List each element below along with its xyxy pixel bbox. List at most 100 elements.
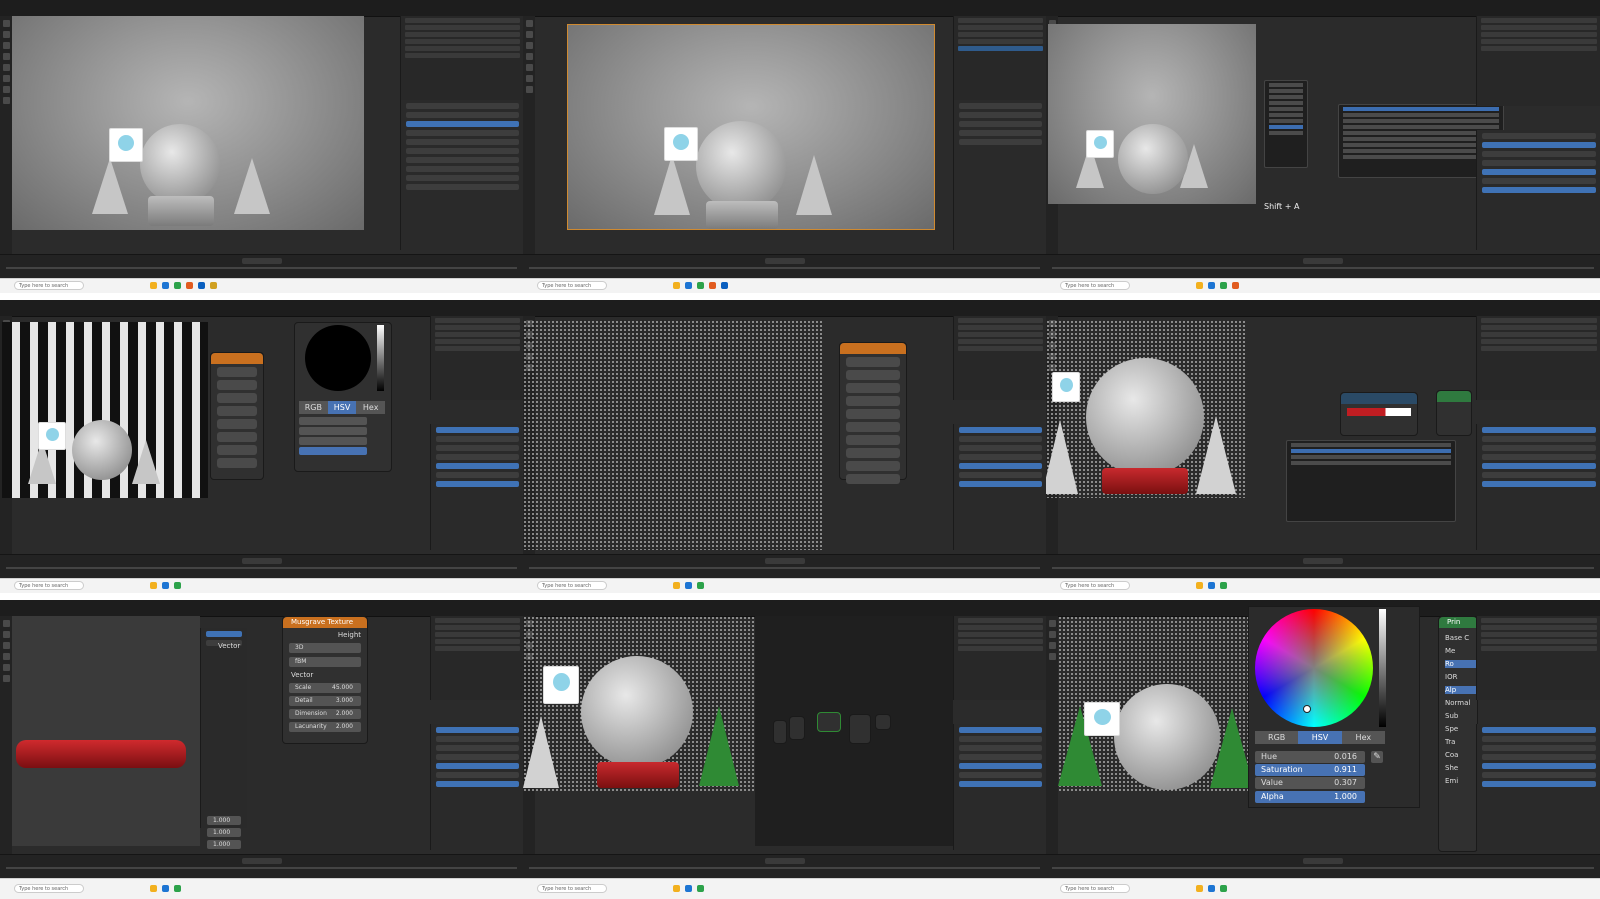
search-menu[interactable] (1286, 440, 1456, 522)
windows-taskbar[interactable]: Type here to search (0, 878, 523, 899)
color-wheel[interactable] (305, 325, 371, 391)
outliner-panel[interactable] (430, 316, 523, 400)
3d-viewport[interactable] (12, 16, 364, 230)
color-ramp-node[interactable] (1340, 392, 1418, 436)
color-mode-tabs[interactable]: RGB HSV Hex (299, 401, 386, 414)
menu-bar[interactable] (523, 600, 1046, 617)
mini-node[interactable] (773, 720, 787, 744)
menu-bar[interactable] (0, 0, 523, 17)
color-picker-popup[interactable]: RGB HSV Hex (294, 322, 392, 472)
tool-shelf[interactable] (0, 16, 12, 255)
taskbar-search[interactable]: Type here to search (1060, 581, 1130, 590)
node-sidebar[interactable]: 1.000 1.000 1.000 (200, 628, 247, 849)
value-slider[interactable] (1379, 609, 1386, 727)
3d-viewport[interactable] (1046, 320, 1246, 498)
taskbar-search[interactable]: Type here to search (537, 884, 607, 893)
menu-bar[interactable] (0, 300, 523, 317)
value-slider[interactable] (377, 325, 384, 391)
menu-bar[interactable] (1046, 0, 1600, 17)
tab-hsv[interactable]: HSV (1298, 731, 1342, 744)
menu-bar[interactable] (0, 600, 523, 617)
menu-bar[interactable] (523, 300, 1046, 317)
outliner-panel[interactable] (1476, 16, 1600, 106)
tool-shelf[interactable] (523, 16, 535, 255)
picker-field[interactable] (299, 427, 367, 435)
scale-field[interactable]: Scale 45.000 (289, 683, 361, 693)
properties-panel[interactable] (430, 424, 523, 550)
wave-texture-node[interactable] (210, 352, 264, 480)
timeline[interactable] (1046, 854, 1600, 879)
type-dropdown[interactable]: fBM (289, 657, 361, 667)
alpha-field[interactable]: Alpha 1.000 (1255, 791, 1365, 803)
timeline[interactable] (1046, 554, 1600, 579)
3d-viewport[interactable] (523, 616, 755, 792)
principled-bsdf-node[interactable]: Prin Base C Me Ro IOR Alp Normal Sub Spe… (1438, 616, 1478, 852)
outliner-panel[interactable] (430, 616, 523, 700)
sidebar-value[interactable]: 1.000 (207, 828, 241, 837)
timeline[interactable] (1046, 254, 1600, 279)
picker-field[interactable] (299, 447, 367, 455)
dimension-field[interactable]: Dimension 2.000 (289, 709, 361, 719)
wheel-cursor[interactable] (1303, 705, 1311, 713)
add-menu[interactable] (1264, 80, 1308, 168)
windows-taskbar[interactable]: Type here to search (1046, 878, 1600, 899)
taskbar-search[interactable]: Type here to search (14, 581, 84, 590)
detail-field[interactable]: Detail 3.000 (289, 696, 361, 706)
windows-taskbar[interactable]: Type here to search (1046, 578, 1600, 593)
node-editor[interactable] (755, 616, 953, 846)
windows-taskbar[interactable]: Type here to search (0, 578, 523, 593)
mini-node[interactable] (849, 714, 871, 744)
timeline[interactable] (523, 554, 1046, 579)
outliner-panel[interactable] (953, 316, 1046, 400)
properties-panel[interactable] (953, 424, 1046, 550)
taskbar-search[interactable]: Type here to search (1060, 884, 1130, 893)
timeline[interactable] (0, 254, 523, 279)
taskbar-search[interactable]: Type here to search (537, 281, 607, 290)
3d-viewport[interactable] (1058, 616, 1254, 792)
timeline[interactable] (523, 254, 1046, 279)
color-mode-tabs[interactable]: RGB HSV Hex (1255, 731, 1385, 744)
properties-panel[interactable] (1476, 724, 1600, 850)
windows-taskbar[interactable]: Type here to search (523, 578, 1046, 593)
timeline[interactable] (523, 854, 1046, 879)
picker-field[interactable] (299, 417, 367, 425)
sidebar-value[interactable]: 1.000 (207, 816, 241, 825)
value-field[interactable]: Value 0.307 (1255, 777, 1365, 789)
outliner-panel[interactable] (953, 16, 1046, 100)
color-picker-popup[interactable]: RGB HSV Hex Hue 0.016 ✎ Saturation 0.911 V… (1248, 606, 1420, 808)
windows-taskbar[interactable]: Type here to search (523, 878, 1046, 899)
outliner-panel[interactable] (1476, 316, 1600, 400)
properties-panel[interactable] (430, 724, 523, 850)
taskbar-search[interactable]: Type here to search (14, 281, 84, 290)
dimension-dropdown[interactable]: 3D (289, 643, 361, 653)
3d-viewport[interactable] (1048, 24, 1256, 204)
tool-shelf[interactable] (1046, 616, 1058, 861)
taskbar-search[interactable]: Type here to search (1060, 281, 1130, 290)
outliner-panel[interactable] (400, 16, 523, 100)
properties-panel[interactable] (1476, 424, 1600, 550)
taskbar-search[interactable]: Type here to search (537, 581, 607, 590)
hue-field[interactable]: Hue 0.016 (1255, 751, 1365, 763)
properties-panel[interactable] (400, 100, 523, 250)
menu-bar[interactable] (1046, 300, 1600, 317)
wave-texture-node[interactable] (839, 342, 907, 484)
saturation-field[interactable]: Saturation 0.911 (1255, 764, 1365, 776)
outliner-panel[interactable] (1476, 616, 1600, 700)
outliner-panel[interactable] (953, 616, 1046, 700)
picker-field[interactable] (299, 437, 367, 445)
windows-taskbar[interactable]: Type here to search (1046, 278, 1600, 293)
menu-bar[interactable] (523, 0, 1046, 17)
sidebar-value[interactable]: 1.000 (207, 840, 241, 849)
tool-shelf[interactable] (0, 616, 12, 861)
3d-viewport[interactable] (2, 322, 208, 498)
tab-rgb[interactable]: RGB (1255, 731, 1299, 744)
timeline[interactable] (0, 554, 523, 579)
properties-panel[interactable] (1476, 130, 1600, 250)
mini-node[interactable] (789, 716, 805, 740)
taskbar-search[interactable]: Type here to search (14, 884, 84, 893)
properties-panel[interactable] (953, 724, 1046, 850)
principled-bsdf-node[interactable] (1436, 390, 1472, 436)
properties-panel[interactable] (953, 100, 1046, 250)
musgrave-texture-node[interactable]: Musgrave Texture Height 3D fBM Vector Sc… (282, 616, 368, 744)
tab-hex[interactable]: Hex (1341, 731, 1385, 744)
